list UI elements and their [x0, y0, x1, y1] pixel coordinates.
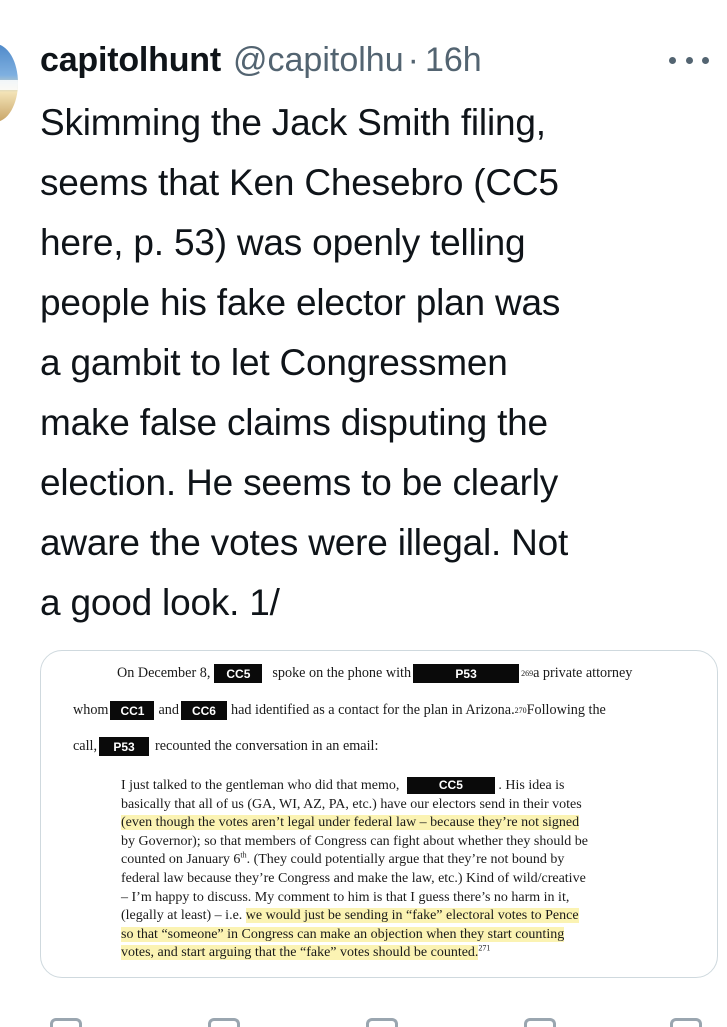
tweet-text-line: seems that Ken Chesebro (CC5 — [40, 162, 559, 203]
quote-text: counted on January 6 — [121, 852, 241, 868]
quote-text: (legally at least) – i.e. — [121, 908, 246, 924]
document-excerpt: On December 8, CC5 spoke on the phone wi… — [41, 651, 717, 977]
doc-line-2: whom CC1 and CC6 had identified as a con… — [73, 701, 606, 720]
tweet-text-line: aware the votes were illegal. Not — [40, 522, 569, 563]
footnote-ref: 271 — [478, 943, 491, 953]
tweet-text: Skimming the Jack Smith filing, seems th… — [40, 93, 720, 633]
email-quote: I just talked to the gentleman who did t… — [121, 777, 681, 963]
doc-text: and — [158, 702, 179, 718]
more-icon[interactable] — [669, 42, 709, 78]
quote-text: . His idea is — [498, 778, 565, 794]
doc-line-1: On December 8, CC5 spoke on the phone wi… — [117, 664, 633, 683]
avatar-image-detail — [0, 80, 18, 90]
doc-text: had identified as a contact for the plan… — [230, 702, 515, 718]
quote-text: basically that all of us (GA, WI, AZ, PA… — [121, 796, 582, 812]
author-name[interactable]: capitolhunt — [40, 41, 221, 80]
doc-text: spoke on the phone with — [272, 665, 412, 681]
tweet-text-line: election. He seems to be clearly — [40, 462, 559, 503]
tweet-header: capitolhunt @capitolhu · 16h — [40, 38, 717, 82]
author-handle[interactable]: @capitolhu — [233, 41, 404, 80]
quote-text: by Governor); so that members of Congres… — [121, 833, 588, 849]
separator-dot: · — [407, 40, 419, 79]
doc-line-3: call, P53 recounted the conversation in … — [73, 737, 378, 756]
action-bar-partial — [40, 1012, 716, 1027]
doc-text: whom — [73, 702, 109, 718]
redaction-box: P53 — [413, 664, 520, 683]
quote-text-highlighted: votes, and start arguing that the “fake”… — [121, 945, 479, 961]
tweet-text-line: a gambit to let Congressmen — [40, 342, 508, 383]
redaction-box: CC6 — [180, 701, 227, 720]
redaction-box: CC5 — [214, 664, 263, 683]
quote-text-highlighted: so that “someone” in Congress can make a… — [121, 926, 565, 942]
doc-text: Following the — [526, 702, 606, 718]
tweet-text-line: here, p. 53) was openly telling — [40, 222, 526, 263]
quote-text: . (They could potentially argue that the… — [246, 852, 565, 868]
redaction-box: CC5 — [406, 777, 495, 794]
quote-text-highlighted: we would just be sending in “fake” elect… — [245, 908, 579, 924]
redaction-box: P53 — [99, 737, 150, 756]
quote-text: I just talked to the gentleman who did t… — [121, 778, 400, 794]
quote-text: federal law because they’re Congress and… — [121, 870, 586, 886]
timestamp[interactable]: 16h — [425, 41, 482, 80]
doc-text: a private attorney — [533, 665, 633, 681]
doc-text: call, — [73, 738, 98, 754]
doc-text: recounted the conversation in an email: — [155, 738, 379, 754]
redaction-box: CC1 — [110, 701, 155, 720]
tweet-text-line: Skimming the Jack Smith filing, — [40, 102, 546, 143]
tweet-text-line: people his fake elector plan was — [40, 282, 561, 323]
quote-text-highlighted: (even though the votes aren’t legal unde… — [121, 815, 580, 831]
quote-text: – I’m happy to discuss. My comment to hi… — [121, 889, 570, 905]
doc-text: On December 8, — [117, 665, 211, 681]
attached-image[interactable]: On December 8, CC5 spoke on the phone wi… — [40, 650, 718, 978]
tweet-text-line: make false claims disputing the — [40, 402, 548, 443]
avatar[interactable] — [0, 44, 18, 122]
tweet-text-line: a good look. 1/ — [40, 582, 280, 623]
